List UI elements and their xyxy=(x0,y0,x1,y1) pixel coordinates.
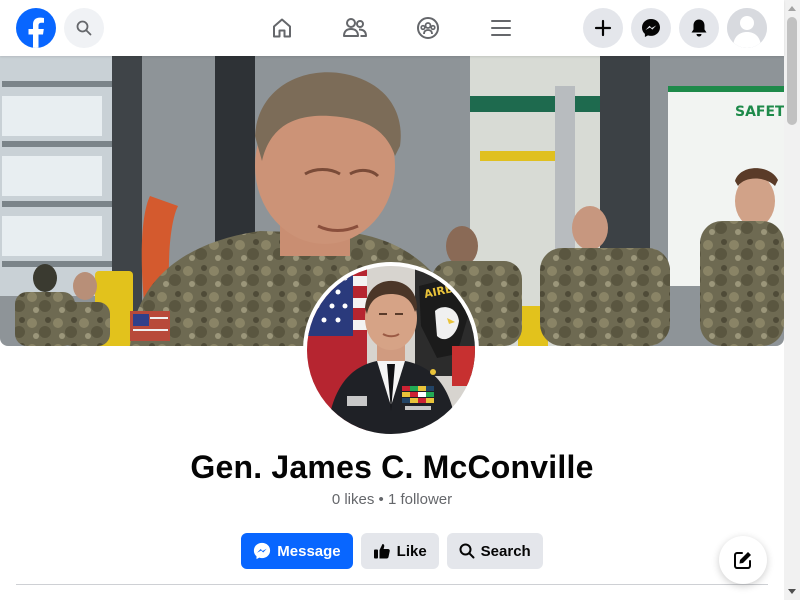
facebook-logo-icon[interactable] xyxy=(16,8,56,48)
hamburger-menu-icon xyxy=(491,20,511,36)
friends-icon xyxy=(343,18,367,37)
bell-icon xyxy=(691,19,707,37)
plus-icon xyxy=(594,19,612,37)
scroll-up-arrow[interactable] xyxy=(784,0,800,16)
follower-stats[interactable]: 0 likes • 1 follower xyxy=(0,491,784,508)
thumbs-up-icon xyxy=(373,544,390,559)
profile-picture[interactable]: AIRBO xyxy=(303,262,479,438)
message-button[interactable]: Message xyxy=(241,533,353,569)
like-button-label: Like xyxy=(396,542,427,560)
create-button[interactable] xyxy=(583,8,623,48)
notifications-button[interactable] xyxy=(679,8,719,48)
scroll-thumb[interactable] xyxy=(787,17,797,125)
new-message-button[interactable] xyxy=(719,536,767,584)
messenger-icon xyxy=(642,19,660,37)
action-buttons: Message Like Search xyxy=(0,533,784,569)
nav-groups[interactable] xyxy=(408,8,448,48)
messenger-button[interactable] xyxy=(631,8,671,48)
top-navigation-bar xyxy=(0,0,784,56)
divider xyxy=(16,584,768,585)
like-button[interactable]: Like xyxy=(360,533,439,569)
nav-home[interactable] xyxy=(262,8,302,48)
search-button[interactable] xyxy=(64,8,104,48)
scroll-down-arrow[interactable] xyxy=(784,584,800,600)
svg-text:SAFETY: SAFETY xyxy=(735,104,784,120)
page-title: Gen. James C. McConville xyxy=(190,449,594,485)
message-button-label: Message xyxy=(277,542,341,560)
home-icon xyxy=(273,18,291,38)
messenger-icon xyxy=(254,542,271,560)
nav-friends[interactable] xyxy=(335,8,375,48)
default-avatar-icon xyxy=(727,8,767,48)
nav-menu[interactable] xyxy=(481,8,521,48)
compose-icon xyxy=(734,552,751,569)
search-button-label: Search xyxy=(480,542,531,560)
vertical-scrollbar[interactable] xyxy=(784,0,800,600)
search-icon xyxy=(76,20,92,36)
search-page-button[interactable]: Search xyxy=(446,533,543,569)
groups-icon xyxy=(417,17,439,39)
account-avatar[interactable] xyxy=(727,8,767,48)
search-icon xyxy=(459,543,475,559)
